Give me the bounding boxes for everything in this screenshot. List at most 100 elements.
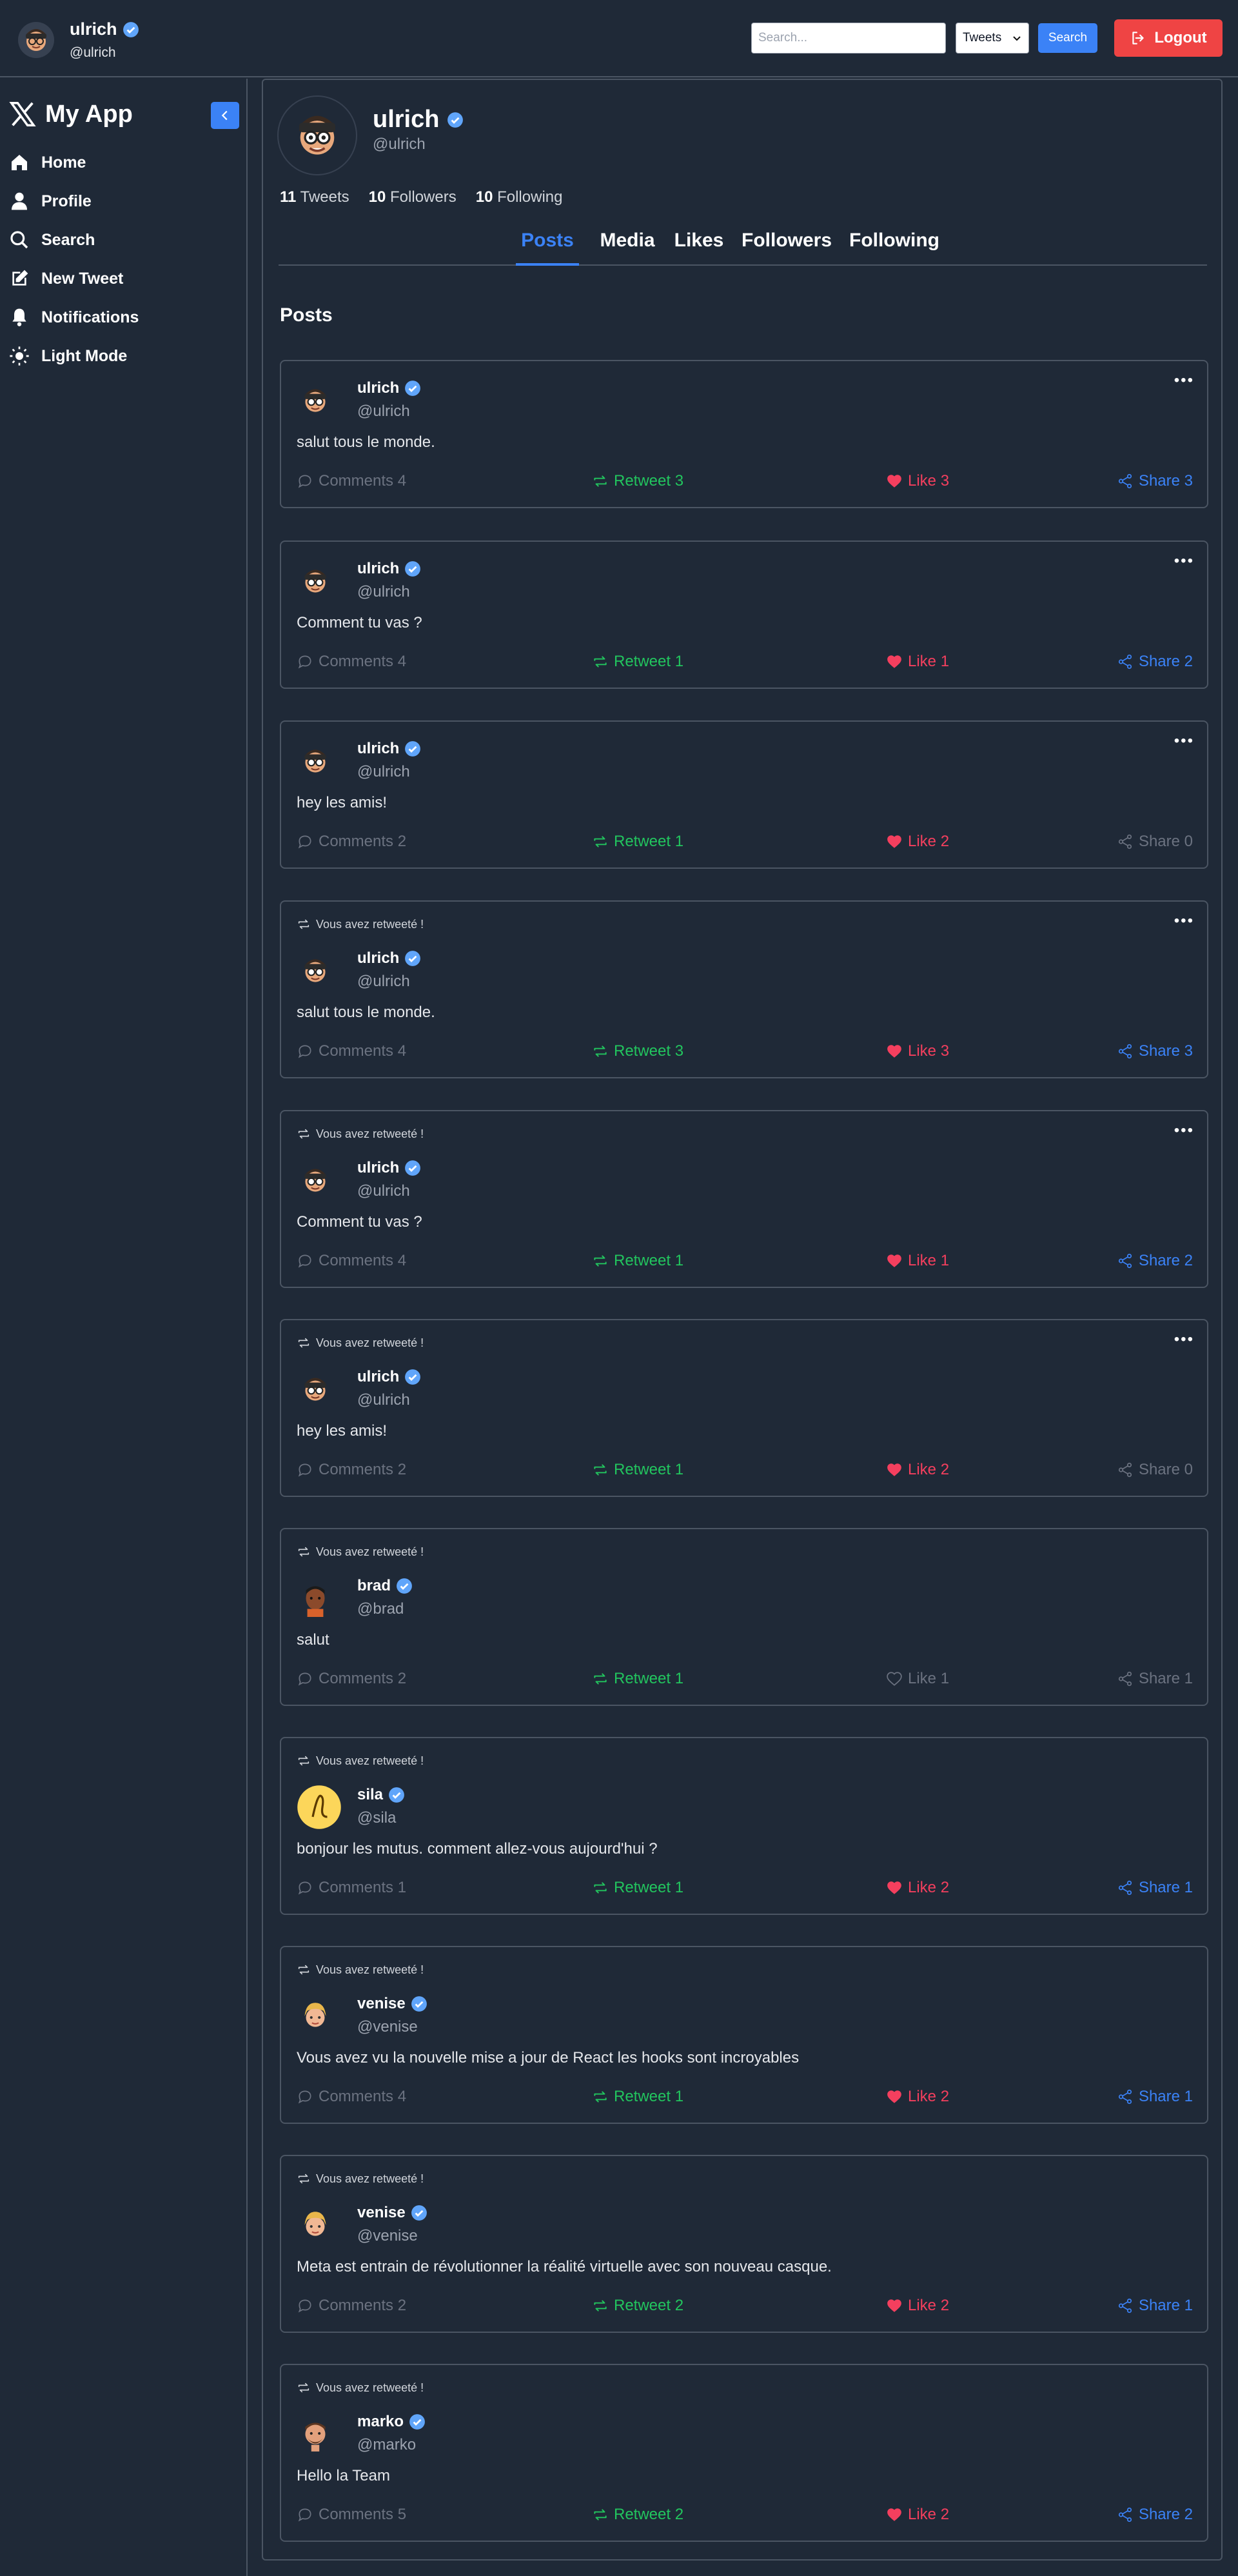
post-card[interactable]: ••• ulrich @ulrich Comment tu vas ? Comments… [280, 540, 1208, 689]
like-button[interactable]: Like 2 [886, 2506, 949, 2524]
tab-likes[interactable]: Likes [673, 230, 725, 266]
post-author-name[interactable]: sila [357, 1786, 405, 1804]
post-author-avatar[interactable] [297, 382, 334, 419]
search-button[interactable]: Search [1038, 23, 1097, 53]
post-author-name[interactable]: ulrich [357, 949, 421, 967]
post-author-name[interactable]: venise [357, 2204, 427, 2222]
like-button[interactable]: Like 1 [886, 653, 949, 671]
retweet-button[interactable]: Retweet 3 [592, 1042, 683, 1060]
stat-followers[interactable]: 10 Followers [369, 188, 457, 206]
share-button[interactable]: Share 3 [1117, 1042, 1193, 1060]
share-button[interactable]: Share 1 [1117, 2088, 1193, 2106]
profile-avatar[interactable] [277, 95, 357, 175]
post-author-name[interactable]: venise [357, 1995, 427, 2013]
like-button[interactable]: Like 1 [886, 1252, 949, 1270]
post-author-name[interactable]: ulrich [357, 740, 421, 758]
tab-media[interactable]: Media [597, 230, 658, 266]
share-button[interactable]: Share 3 [1117, 472, 1193, 490]
retweet-button[interactable]: Retweet 2 [592, 2297, 683, 2315]
like-button[interactable]: Like 2 [886, 2297, 949, 2315]
sidebar-item-light-mode[interactable]: Light Mode [9, 337, 139, 375]
comments-button[interactable]: Comments 5 [297, 2506, 406, 2524]
post-author-avatar[interactable] [297, 1785, 341, 1829]
post-author-avatar[interactable] [297, 952, 334, 989]
share-button[interactable]: Share 2 [1117, 2506, 1193, 2524]
comments-button[interactable]: Comments 4 [297, 1042, 406, 1060]
share-button[interactable]: Share 0 [1117, 1461, 1193, 1479]
comments-button[interactable]: Comments 2 [297, 833, 406, 851]
more-options-icon[interactable]: ••• [1174, 732, 1194, 750]
share-button[interactable]: Share 2 [1117, 1252, 1193, 1270]
like-button[interactable]: Like 1 [886, 1670, 949, 1688]
more-options-icon[interactable]: ••• [1174, 1331, 1194, 1349]
post-card[interactable]: ••• ulrich @ulrich hey les amis! Comments 2 R… [280, 720, 1208, 869]
retweet-button[interactable]: Retweet 1 [592, 2088, 683, 2106]
more-options-icon[interactable]: ••• [1174, 912, 1194, 930]
retweet-button[interactable]: Retweet 1 [592, 1252, 683, 1270]
post-author-name[interactable]: ulrich [357, 1368, 421, 1386]
comments-button[interactable]: Comments 2 [297, 1461, 406, 1479]
post-author-name[interactable]: ulrich [357, 560, 421, 578]
comments-button[interactable]: Comments 1 [297, 1879, 406, 1897]
search-input[interactable] [751, 23, 946, 54]
comments-button[interactable]: Comments 4 [297, 2088, 406, 2106]
share-button[interactable]: Share 1 [1117, 2297, 1193, 2315]
post-card[interactable]: ••• ulrich @ulrich salut tous le monde. Comm… [280, 360, 1208, 508]
post-card[interactable]: Vous avez retweeté ! venise @venise Vous av… [280, 1946, 1208, 2124]
share-button[interactable]: Share 2 [1117, 653, 1193, 671]
post-author-avatar[interactable] [297, 2206, 334, 2244]
retweet-button[interactable]: Retweet 1 [592, 653, 683, 671]
post-author-name[interactable]: ulrich [357, 379, 421, 397]
like-button[interactable]: Like 2 [886, 2088, 949, 2106]
retweet-button[interactable]: Retweet 1 [592, 1670, 683, 1688]
like-button[interactable]: Like 2 [886, 1879, 949, 1897]
sidebar-item-new-tweet[interactable]: New Tweet [9, 259, 139, 298]
retweet-button[interactable]: Retweet 3 [592, 472, 683, 490]
sidebar-item-profile[interactable]: Profile [9, 182, 139, 221]
brand[interactable]: My App [8, 99, 133, 129]
post-card[interactable]: Vous avez retweeté ! ••• ulrich @ulrich Comm… [280, 1110, 1208, 1288]
sidebar-item-search[interactable]: Search [9, 221, 139, 259]
post-author-name[interactable]: marko [357, 2413, 426, 2431]
like-button[interactable]: Like 3 [886, 472, 949, 490]
post-author-avatar[interactable] [297, 1371, 334, 1408]
more-options-icon[interactable]: ••• [1174, 1122, 1194, 1140]
tab-posts[interactable]: Posts [516, 230, 579, 266]
retweet-button[interactable]: Retweet 1 [592, 1879, 683, 1897]
share-button[interactable]: Share 0 [1117, 833, 1193, 851]
search-type-select[interactable]: Tweets [956, 23, 1029, 54]
retweet-button[interactable]: Retweet 1 [592, 833, 683, 851]
post-author-name[interactable]: brad [357, 1577, 413, 1595]
comments-button[interactable]: Comments 2 [297, 1670, 406, 1688]
sidebar-item-home[interactable]: Home [9, 143, 139, 182]
post-author-avatar[interactable] [297, 1997, 334, 2035]
post-author-avatar[interactable] [297, 562, 334, 600]
post-card[interactable]: Vous avez retweeté ! venise @venise Meta es… [280, 2155, 1208, 2333]
comments-button[interactable]: Comments 2 [297, 2297, 406, 2315]
post-author-avatar[interactable] [297, 1162, 334, 1199]
post-author-avatar[interactable] [297, 1580, 334, 1617]
comments-button[interactable]: Comments 4 [297, 472, 406, 490]
post-card[interactable]: Vous avez retweeté ! ••• ulrich @ulrich salu… [280, 900, 1208, 1078]
retweet-button[interactable]: Retweet 2 [592, 2506, 683, 2524]
like-button[interactable]: Like 2 [886, 1461, 949, 1479]
post-card[interactable]: Vous avez retweeté ! brad @brad salut Commen… [280, 1528, 1208, 1706]
stat-following[interactable]: 10 Following [476, 188, 563, 206]
sidebar-item-notifications[interactable]: Notifications [9, 298, 139, 337]
post-card[interactable]: Vous avez retweeté ! marko @marko Hello la … [280, 2364, 1208, 2542]
post-author-avatar[interactable] [297, 742, 334, 780]
like-button[interactable]: Like 3 [886, 1042, 949, 1060]
tab-followers[interactable]: Followers [742, 230, 832, 266]
collapse-sidebar-button[interactable] [211, 102, 239, 129]
share-button[interactable]: Share 1 [1117, 1670, 1193, 1688]
more-options-icon[interactable]: ••• [1174, 552, 1194, 570]
more-options-icon[interactable]: ••• [1174, 372, 1194, 390]
comments-button[interactable]: Comments 4 [297, 1252, 406, 1270]
post-author-name[interactable]: ulrich [357, 1159, 421, 1177]
post-author-avatar[interactable] [297, 2415, 334, 2453]
logout-button[interactable]: Logout [1114, 19, 1223, 57]
comments-button[interactable]: Comments 4 [297, 653, 406, 671]
retweet-button[interactable]: Retweet 1 [592, 1461, 683, 1479]
like-button[interactable]: Like 2 [886, 833, 949, 851]
post-card[interactable]: Vous avez retweeté ! sila @sila bonjour les… [280, 1737, 1208, 1915]
